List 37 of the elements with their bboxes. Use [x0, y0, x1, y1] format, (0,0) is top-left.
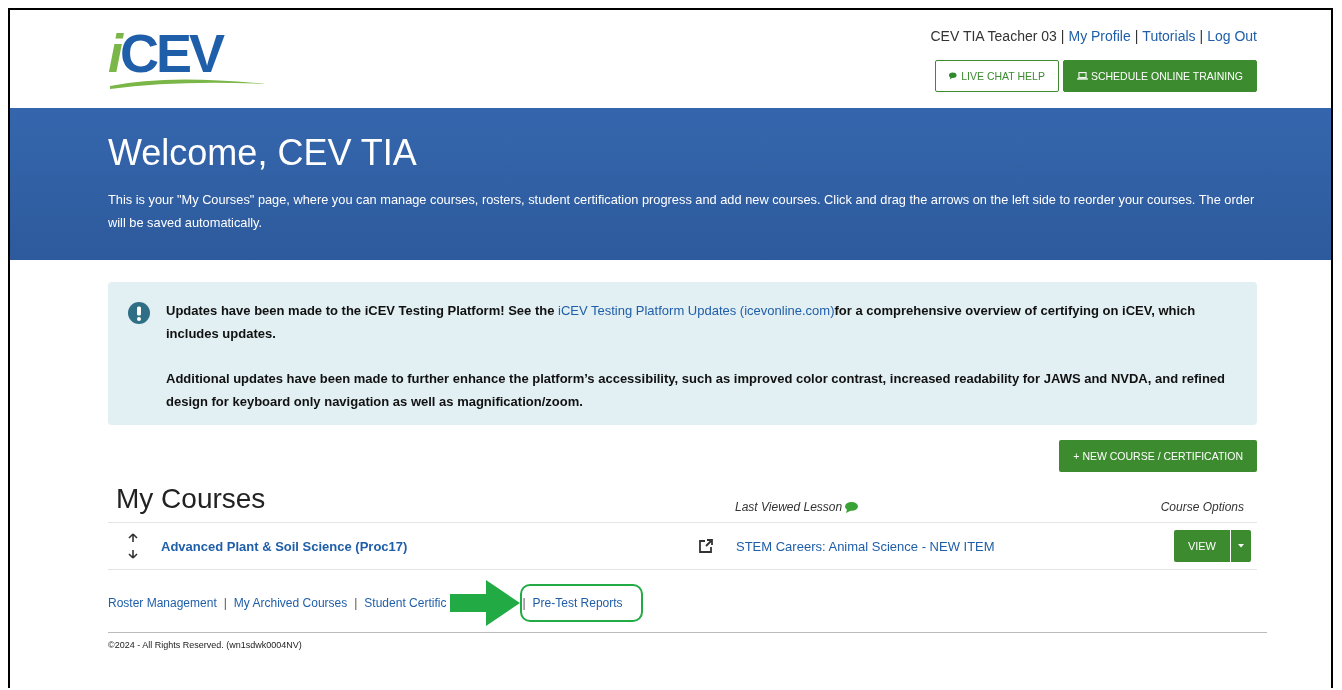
column-header: Course Options [1160, 500, 1244, 514]
exclamation-icon [128, 302, 150, 324]
alert-message: Updates have been made to the iCEV Testing Platform! See the iCEV Testing Platform Updates (icevonline.com)for a comprehensive overview of certifying on iCEV, which includes updates. [166, 302, 1197, 343]
view-button[interactable]: VIEW [1173, 530, 1230, 562]
separator: | [354, 596, 358, 610]
footer-link[interactable]: Student Certific [364, 596, 447, 610]
welcome-title: Welcome, CEV TIA [108, 131, 418, 174]
separator: | [223, 596, 227, 610]
user-nav-link[interactable]: My Profile [1068, 28, 1131, 44]
updates-link[interactable]: iCEV Testing Platform Updates (icevonline.com) [558, 303, 835, 318]
separator: | [522, 596, 526, 610]
new-course-button[interactable]: + NEW COURSE / CERTIFICATION [1059, 440, 1257, 472]
separator: | [1134, 28, 1139, 44]
chat-icon [845, 501, 859, 513]
course-name-link[interactable]: Advanced Plant & Soil Science (Proc17) [161, 538, 698, 554]
footer-link[interactable]: My Archived Courses [233, 596, 348, 610]
schedule-training-button[interactable]: SCHEDULE ONLINE TRAINING [1062, 60, 1257, 92]
live-chat-button[interactable]: LIVE CHAT HELP [935, 60, 1059, 92]
last-lesson-link[interactable]: STEM Careers: Animal Science - NEW ITEM [736, 538, 1174, 554]
separator: | [1199, 28, 1204, 44]
alert-note: Additional updates have been made to further enhance the platform’s accessibility, such as improved color contrast, increased readability for JAWS and NVDA, and refined design for keyboard only navigation as well as magnification/zoom. [166, 370, 1227, 411]
footer-link[interactable]: Roster Management [108, 596, 217, 610]
reorder-arrows-icon[interactable] [128, 533, 138, 559]
user-name: CEV TIA Teacher 03 [930, 28, 1057, 44]
caret-icon [1238, 544, 1244, 548]
separator: | [1060, 28, 1065, 44]
laptop-icon [1076, 72, 1088, 80]
footer-link[interactable]: Pre-Test Reports [532, 596, 623, 610]
logo[interactable]: iCEV [108, 28, 274, 90]
user-nav-link[interactable]: Tutorials [1142, 28, 1196, 44]
my-courses-heading: My Courses [116, 484, 267, 514]
chat-icon [949, 72, 959, 80]
column-header: Last Viewed Lesson [735, 500, 843, 514]
copyright-text: ©2024 - All Rights Reserved. (wn1sdwk0004NV) [108, 640, 302, 650]
welcome-text: This is your "My Courses" page, where you can manage courses, rosters, student certification progress and add new courses. Click and drag the arrows on the left side to reorder your courses. The order will be saved automatically. [108, 191, 1256, 232]
external-link-icon[interactable] [698, 538, 714, 554]
user-nav-link[interactable]: Log Out [1207, 28, 1257, 44]
